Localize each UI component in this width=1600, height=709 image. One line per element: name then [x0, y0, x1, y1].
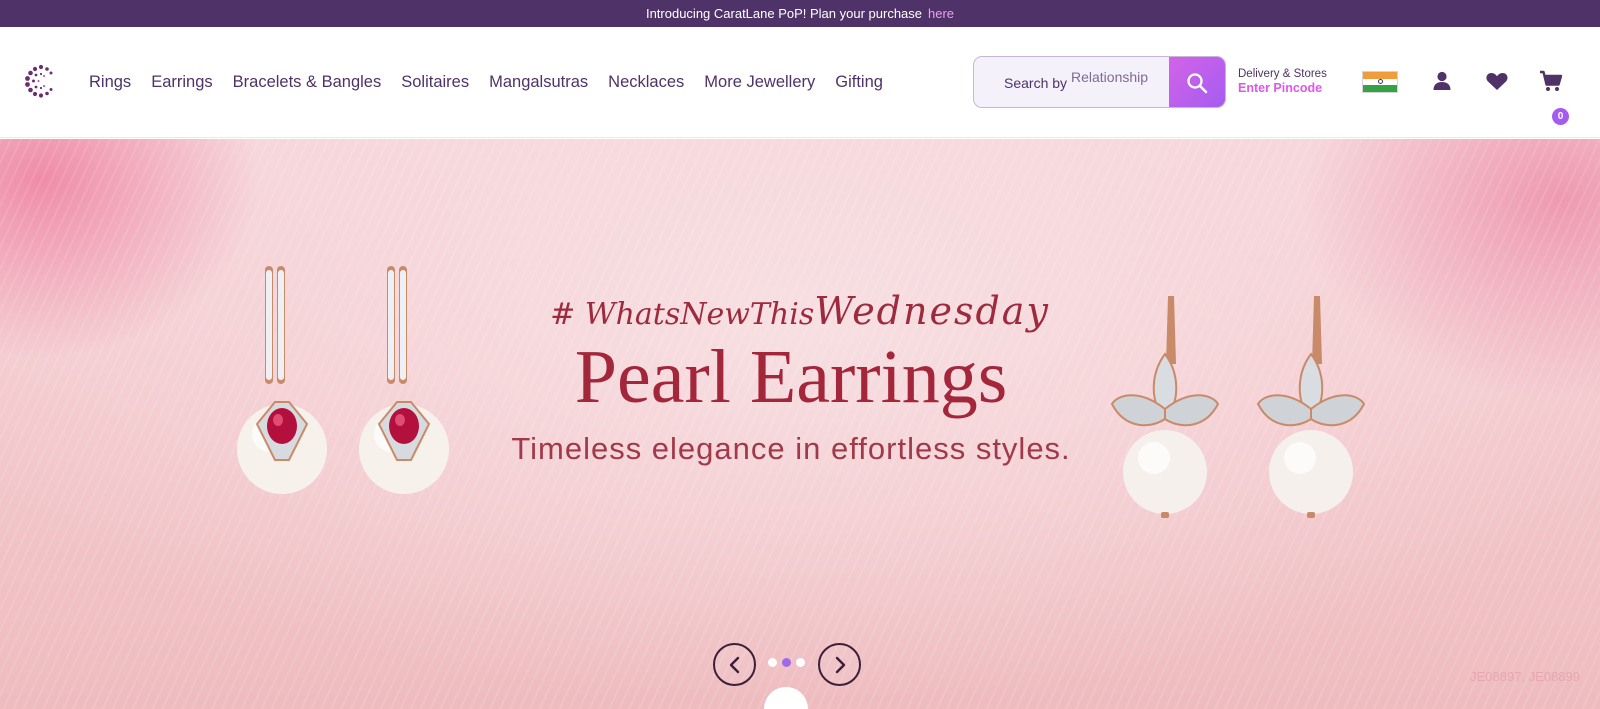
search-label: Search by: [1004, 75, 1068, 91]
search-button[interactable]: [1169, 57, 1225, 107]
carousel-next-button[interactable]: [818, 643, 861, 686]
cart-icon[interactable]: [1538, 68, 1564, 94]
hero-hashtag-prefix: # WhatsNewThis: [550, 297, 815, 332]
carousel-dot-active[interactable]: [782, 658, 791, 667]
product-sku: JE08897, JE08899: [1470, 669, 1580, 684]
hero-headline: Pearl Earrings: [574, 335, 1008, 419]
announcement-text: Introducing CaratLane PoP! Plan your pur…: [645, 6, 923, 21]
hero-banner[interactable]: # WhatsNewThisWednesday Pearl Earrings T…: [0, 139, 1600, 709]
carousel-dot[interactable]: [768, 658, 777, 667]
search-rotating-text: Relationship: [1071, 69, 1149, 85]
nav-item-rings[interactable]: Rings: [89, 73, 131, 92]
nav-item-solitaires[interactable]: Solitaires: [401, 73, 469, 92]
nav-item-more-jewellery[interactable]: More Jewellery: [704, 73, 815, 92]
main-nav: Rings Earrings Bracelets & Bangles Solit…: [89, 27, 883, 137]
cart-count-badge: 0: [1552, 108, 1569, 125]
caratlane-logo-icon[interactable]: [22, 63, 56, 99]
carousel-prev-button[interactable]: [713, 643, 756, 686]
hero-hashtag: # WhatsNewThisWednesday: [0, 289, 1600, 333]
carousel-dots: [768, 658, 805, 667]
nav-item-bracelets-bangles[interactable]: Bracelets & Bangles: [233, 73, 382, 92]
delivery-stores[interactable]: Delivery & Stores Enter Pincode: [1238, 68, 1348, 95]
chevron-left-icon: [729, 656, 739, 673]
nav-item-earrings[interactable]: Earrings: [151, 73, 212, 92]
hero-subline: Timeless elegance in effortless styles.: [511, 431, 1071, 466]
nav-item-gifting[interactable]: Gifting: [835, 73, 883, 92]
heart-icon[interactable]: [1484, 68, 1510, 94]
enter-pincode-link[interactable]: Enter Pincode: [1238, 81, 1348, 95]
delivery-title: Delivery & Stores: [1238, 68, 1327, 80]
carousel-dot[interactable]: [796, 658, 805, 667]
nav-item-mangalsutras[interactable]: Mangalsutras: [489, 73, 588, 92]
hero-hashtag-script: Wednesday: [814, 289, 1050, 333]
site-header: Rings Earrings Bracelets & Bangles Solit…: [0, 27, 1600, 138]
announcement-link[interactable]: here: [928, 6, 954, 21]
user-icon[interactable]: [1429, 68, 1455, 94]
search-icon: [1187, 73, 1208, 94]
announcement-bar: Introducing CaratLane PoP! Plan your pur…: [0, 0, 1600, 27]
india-flag-icon[interactable]: [1362, 71, 1398, 93]
search-input[interactable]: Search by Relationship: [973, 56, 1226, 108]
chevron-right-icon: [835, 656, 845, 673]
nav-item-necklaces[interactable]: Necklaces: [608, 73, 684, 92]
